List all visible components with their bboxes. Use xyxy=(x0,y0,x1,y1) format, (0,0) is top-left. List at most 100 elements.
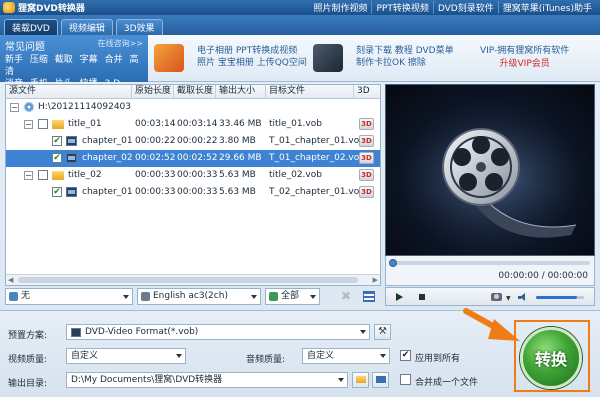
play-icon[interactable] xyxy=(396,293,403,301)
row-target-file: T_01_chapter_01.vob xyxy=(269,136,365,146)
3d-settings-icon[interactable]: 3D xyxy=(359,152,374,164)
app-window: 狸窝DVD转换器 照片制作视频 PPT转换视频 DVD刻录软件 狸窝苹果(iTu… xyxy=(0,0,600,397)
output-dir-field[interactable]: D:\My Documents\狸窝\DVD转换器 xyxy=(66,372,348,388)
audio-icon xyxy=(141,292,150,301)
audio-quality-select[interactable]: 自定义 xyxy=(302,348,390,364)
row-target-file: title_01.vob xyxy=(269,119,322,129)
volume-slider[interactable] xyxy=(536,296,584,299)
row-checkbox[interactable] xyxy=(38,119,48,129)
row-checkbox[interactable]: ✔ xyxy=(52,187,62,197)
tree-root-row[interactable]: − H:\20121114092403 xyxy=(6,99,380,116)
convert-button[interactable]: 转换 xyxy=(520,327,582,389)
delete-icon[interactable]: ✖ xyxy=(341,290,351,302)
menu-dvd-burn[interactable]: DVD刻录软件 xyxy=(432,1,498,14)
row-target-file: title_02.vob xyxy=(269,170,322,180)
3d-settings-icon[interactable]: 3D xyxy=(359,135,374,147)
row-checkbox[interactable]: ✔ xyxy=(52,136,62,146)
menu-photo-video[interactable]: 照片制作视频 xyxy=(309,1,371,14)
tab-3d-effect[interactable]: 3D效果 xyxy=(115,19,163,35)
subtitle-value: 无 xyxy=(21,291,31,301)
file-row[interactable]: ✔ chapter_01 00:00:33 00:00:33 5.63 MB T_02_c… xyxy=(6,184,380,201)
subtitle-select[interactable]: 无 xyxy=(5,288,133,305)
preset-select[interactable]: DVD-Video Format(*.vob) xyxy=(66,324,370,340)
video-quality-select[interactable]: 自定义 xyxy=(66,348,186,364)
row-checkbox[interactable] xyxy=(38,170,48,180)
file-row[interactable]: ✔ chapter_02 00:02:52 00:02:52 29.66 MB T_01_… xyxy=(6,150,380,167)
app-logo-icon xyxy=(3,2,15,13)
output-dir-label: 输出目录: xyxy=(8,379,48,389)
3d-settings-icon[interactable]: 3D xyxy=(359,186,374,198)
apply-all-checkbox[interactable]: ✔ xyxy=(400,350,411,361)
col-output-size[interactable]: 输出大小 xyxy=(216,85,266,98)
folder-icon xyxy=(52,120,64,129)
row-cut-length: 00:00:33 xyxy=(177,187,218,197)
ppt-ad-text[interactable]: 电子相册 PPT转换成视频 照片 宝宝相册 上传QQ空间 xyxy=(197,45,307,69)
col-target-file[interactable]: 目标文件 xyxy=(266,85,354,98)
audio-track-select[interactable]: English ac3(2ch) xyxy=(137,288,261,305)
camera-dropdown-icon[interactable]: ▼ xyxy=(506,295,511,302)
camera-icon[interactable] xyxy=(491,293,502,301)
help-link-compress[interactable]: 压缩 xyxy=(30,55,48,65)
preset-settings-button[interactable]: ⚒ xyxy=(374,324,391,340)
merge-checkbox[interactable] xyxy=(400,374,411,385)
chevron-down-icon xyxy=(123,295,129,299)
collapse-icon[interactable]: − xyxy=(24,120,33,129)
help-link-merge[interactable]: 合并 xyxy=(105,55,123,65)
vip-upgrade-link[interactable]: 升级VIP会员 xyxy=(480,58,569,71)
range-select[interactable]: 全部 xyxy=(265,288,320,305)
track-options: 无 English ac3(2ch) 全部 ✖ xyxy=(5,288,381,306)
row-checkbox[interactable]: ✔ xyxy=(52,153,62,163)
film-icon xyxy=(66,187,77,197)
seek-knob[interactable] xyxy=(389,259,397,267)
menu-itunes-helper[interactable]: 狸窝苹果(iTunes)助手 xyxy=(497,1,596,14)
help-link-cut[interactable]: 截取 xyxy=(55,55,73,65)
ppt-ad-icon[interactable] xyxy=(154,44,184,72)
col-source-file[interactable]: 源文件 xyxy=(6,85,132,98)
volume-icon[interactable] xyxy=(518,293,528,302)
col-cut-length[interactable]: 截取长度 xyxy=(174,85,216,98)
help-link-newbie[interactable]: 新手 xyxy=(5,55,23,65)
dvd-ad-icon[interactable] xyxy=(313,44,343,72)
collapse-root-icon[interactable]: − xyxy=(10,103,19,112)
col-original-length[interactable]: 原始长度 xyxy=(132,85,174,98)
chevron-down-icon xyxy=(251,295,257,299)
col-3d[interactable]: 3D xyxy=(354,85,380,98)
row-target-file: T_02_chapter_01.vob xyxy=(269,187,365,197)
row-original-length: 00:03:14 xyxy=(135,119,176,129)
scroll-right-icon[interactable]: ▶ xyxy=(373,276,378,284)
video-quality-value: 自定义 xyxy=(71,351,99,361)
dvd-ad-text[interactable]: 刻录下载 教程 DVD菜单 制作卡拉OK 擦除 xyxy=(356,45,454,69)
3d-settings-icon[interactable]: 3D xyxy=(359,118,374,130)
tab-load-dvd[interactable]: 装载DVD xyxy=(4,19,58,35)
file-row[interactable]: − title_02 00:00:33 00:00:33 5.63 MB title_02… xyxy=(6,167,380,184)
row-name: chapter_01 xyxy=(82,187,133,197)
browse-folder-button[interactable] xyxy=(352,372,369,388)
stop-icon[interactable] xyxy=(419,294,425,300)
seek-bar[interactable] xyxy=(389,259,590,267)
tab-video-edit[interactable]: 视频编辑 xyxy=(60,19,113,35)
file-row[interactable]: ✔ chapter_01 00:00:22 00:00:22 3.80 MB T_01_c… xyxy=(6,133,380,150)
vip-ad[interactable]: VIP-拥有狸窝所有软件 升级VIP会员 xyxy=(480,45,569,71)
audio-quality-label: 音频质量: xyxy=(246,355,286,365)
chevron-down-icon xyxy=(380,354,386,358)
film-icon xyxy=(66,153,77,163)
chevron-down-icon xyxy=(360,330,366,334)
video-preview xyxy=(385,84,595,256)
3d-settings-icon[interactable]: 3D xyxy=(359,169,374,181)
open-folder-button[interactable] xyxy=(372,372,389,388)
scroll-left-icon[interactable]: ◀ xyxy=(8,276,13,284)
row-output-size: 29.66 MB xyxy=(219,153,262,163)
row-name: title_01 xyxy=(68,119,102,129)
help-link-subtitle[interactable]: 字幕 xyxy=(80,55,98,65)
folder-icon xyxy=(355,376,366,383)
preset-value: DVD-Video Format(*.vob) xyxy=(85,327,199,337)
list-view-icon[interactable] xyxy=(363,291,375,302)
horizontal-scrollbar[interactable]: ◀ ▶ xyxy=(6,274,380,285)
folder-icon xyxy=(52,171,64,180)
wrench-icon: ⚒ xyxy=(378,326,387,337)
file-row[interactable]: − title_01 00:03:14 00:03:14 33.46 MB title_0… xyxy=(6,116,380,133)
scroll-thumb[interactable] xyxy=(18,277,358,283)
online-consult-link[interactable]: 在线咨询>> xyxy=(98,38,143,53)
collapse-icon[interactable]: − xyxy=(24,171,33,180)
menu-ppt-video[interactable]: PPT转换视频 xyxy=(371,1,432,14)
